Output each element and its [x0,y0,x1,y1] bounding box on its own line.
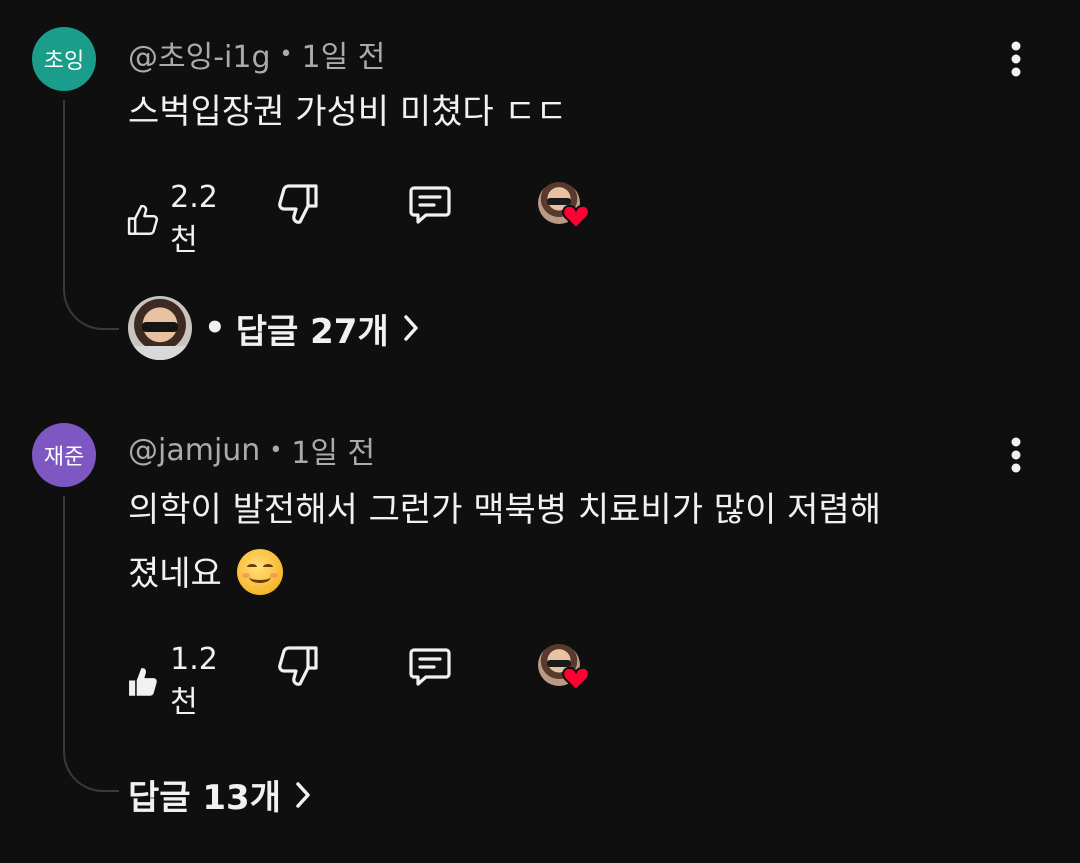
smiling-face-emoji [236,548,283,595]
dislike-button[interactable] [278,644,320,688]
chevron-right-icon [295,781,311,809]
view-replies-button[interactable]: • 답글 27개 [128,296,419,360]
view-replies-button[interactable]: 답글 13개 [128,770,311,819]
creator-heart-icon [562,204,590,230]
reply-button[interactable] [408,182,452,226]
dislike-button[interactable] [278,182,320,226]
replies-count-label: 답글 27개 [235,311,389,352]
thread-line [63,496,119,792]
like-icon [129,667,157,696]
commenter-avatar[interactable]: 초잉 [32,27,96,91]
like-count: 2.2천 [170,180,218,258]
more-vert-icon [1011,41,1021,77]
replies-count-label: 답글 13개 [128,778,281,818]
reply-icon [409,648,451,686]
more-options-button[interactable] [996,430,1036,480]
author-handle[interactable]: @jamjun [128,433,260,468]
comment-meta: @jamjun • 1일 전 [128,428,375,472]
author-handle[interactable]: @초잉-i1g [128,32,271,76]
separator-dot: • [279,41,293,67]
dislike-icon [278,646,318,686]
creator-heart-icon [562,666,590,692]
comment-meta: @초잉-i1g • 1일 전 [128,32,385,76]
thread-line [63,100,119,330]
reply-icon [409,186,451,224]
comment-text-line: 의학이 발전해서 그런가 맥북병 치료비가 많이 저렴해 [128,490,882,530]
like-button[interactable]: 1.2천 [126,642,228,721]
like-count: 1.2천 [170,642,218,720]
creator-heart [538,182,590,230]
like-icon [127,204,159,235]
reply-author-avatar [128,296,192,360]
comment-time: 1일 전 [301,40,386,75]
creator-heart [538,644,590,692]
comment-time: 1일 전 [291,436,376,471]
chevron-right-icon [403,314,419,342]
separator-dot: • [204,308,226,348]
commenter-avatar[interactable]: 재준 [32,423,96,487]
comment-text: 의학이 발전해서 그런가 맥북병 치료비가 많이 저렴해 졌네요 [128,478,881,606]
comment-text-line: 졌네요 [128,542,881,606]
separator-dot: • [269,437,283,463]
comment-text-line: 스벅입장권 가성비 미쳤다 ㄷㄷ [128,92,568,132]
like-button[interactable]: 2.2천 [126,180,228,259]
more-options-button[interactable] [996,34,1036,84]
comment-text: 스벅입장권 가성비 미쳤다 ㄷㄷ [128,80,567,144]
more-vert-icon [1011,437,1021,473]
reply-button[interactable] [408,644,452,688]
dislike-icon [278,184,318,224]
